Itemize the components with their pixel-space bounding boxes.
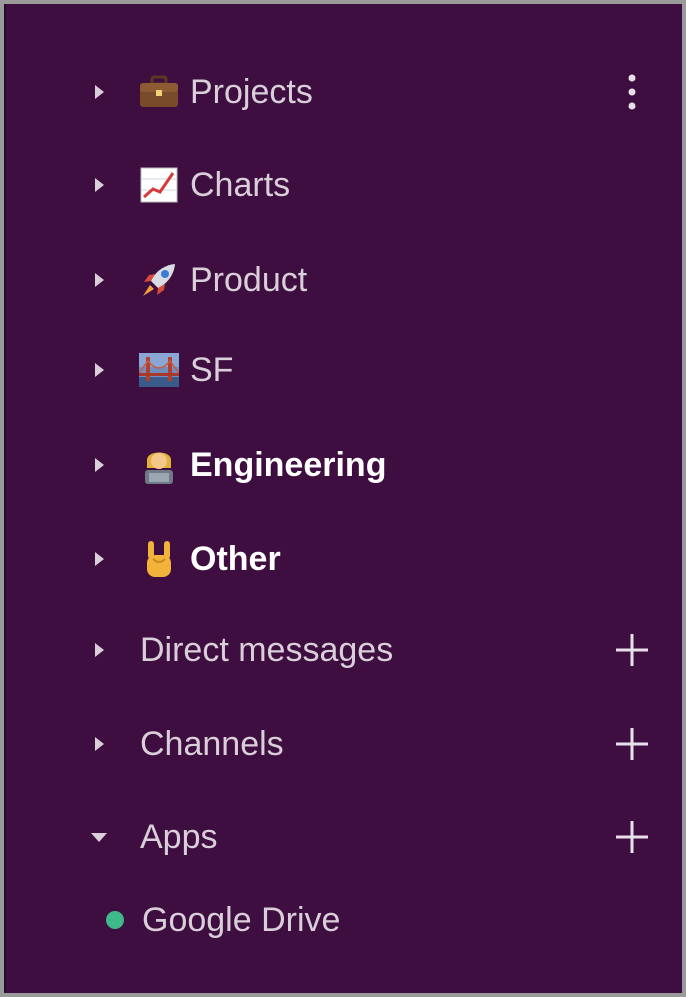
status-dot-icon	[106, 911, 124, 929]
app-item-google-drive[interactable]: Google Drive	[6, 880, 682, 960]
add-app-icon[interactable]	[610, 815, 654, 859]
section-label: Direct messages	[140, 631, 394, 669]
section-engineering[interactable]: Engineering	[6, 425, 682, 505]
section-apps[interactable]: Apps	[6, 797, 682, 877]
section-direct-messages[interactable]: Direct messages	[6, 610, 682, 690]
section-product[interactable]: Product	[6, 240, 682, 320]
section-label: Other	[190, 540, 281, 578]
caret-right-icon[interactable]	[90, 735, 108, 753]
section-label: SF	[190, 351, 234, 389]
briefcase-icon	[138, 71, 180, 113]
section-other[interactable]: Other	[6, 519, 682, 599]
section-label: Product	[190, 261, 308, 299]
section-label: Projects	[190, 73, 313, 111]
section-projects[interactable]: Projects	[6, 52, 682, 132]
caret-right-icon[interactable]	[90, 550, 108, 568]
rocket-icon	[138, 259, 180, 301]
chart-increasing-icon	[138, 164, 180, 206]
section-label: Channels	[140, 725, 284, 763]
section-charts[interactable]: Charts	[6, 145, 682, 225]
caret-right-icon[interactable]	[90, 361, 108, 379]
more-vertical-icon[interactable]	[610, 70, 654, 114]
sidebar: Projects Charts Product SF Engineering O…	[4, 4, 682, 993]
caret-right-icon[interactable]	[90, 641, 108, 659]
section-label: Engineering	[190, 446, 387, 484]
section-label: Apps	[140, 818, 218, 856]
section-label: Charts	[190, 166, 291, 204]
caret-right-icon[interactable]	[90, 83, 108, 101]
add-direct-message-icon[interactable]	[610, 628, 654, 672]
app-label: Google Drive	[142, 901, 341, 939]
caret-down-icon[interactable]	[90, 828, 108, 846]
caret-right-icon[interactable]	[90, 176, 108, 194]
bridge-icon	[138, 349, 180, 391]
caret-right-icon[interactable]	[90, 271, 108, 289]
section-sf[interactable]: SF	[6, 330, 682, 410]
sign-of-horns-icon	[138, 538, 180, 580]
technologist-icon	[138, 444, 180, 486]
add-channel-icon[interactable]	[610, 722, 654, 766]
caret-right-icon[interactable]	[90, 456, 108, 474]
section-channels[interactable]: Channels	[6, 704, 682, 784]
